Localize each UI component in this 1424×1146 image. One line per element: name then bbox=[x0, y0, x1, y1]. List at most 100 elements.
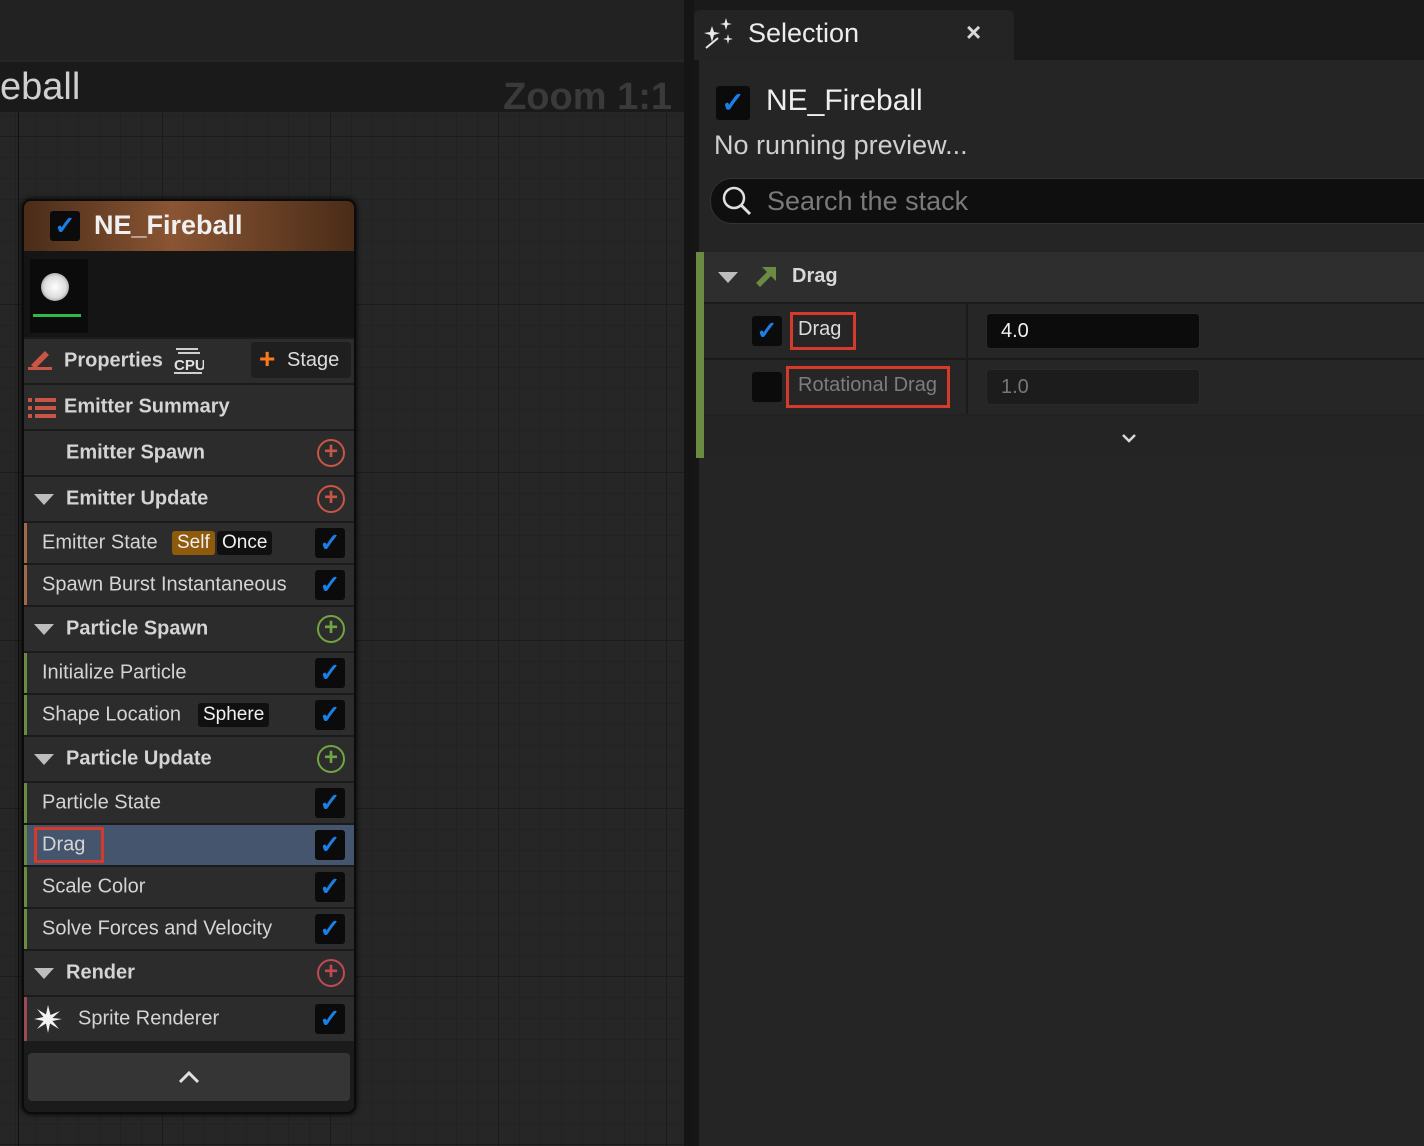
module-enabled-checkbox[interactable]: ✓ bbox=[315, 788, 345, 818]
module-label: Solve Forces and Velocity bbox=[42, 917, 273, 940]
module-enabled-checkbox[interactable]: ✓ bbox=[315, 1004, 345, 1034]
stage-accent bbox=[24, 565, 27, 605]
module-label: Scale Color bbox=[42, 875, 146, 898]
properties-row[interactable]: Properties CPU + Stage bbox=[24, 337, 354, 383]
emitter-summary-label: Emitter Summary bbox=[64, 395, 230, 418]
module-enabled-checkbox[interactable]: ✓ bbox=[315, 700, 345, 730]
module-label: Initialize Particle bbox=[42, 661, 187, 684]
module-label: Emitter State bbox=[42, 531, 158, 554]
module-enabled-checkbox[interactable]: ✓ bbox=[315, 570, 345, 600]
emitter-node[interactable]: ✓ NE_Fireball Properties CPU + Stage Emi… bbox=[22, 199, 356, 1114]
stage-accent bbox=[24, 783, 27, 823]
list-icon bbox=[28, 398, 56, 418]
node-header[interactable]: ✓ NE_Fireball bbox=[24, 201, 354, 251]
particle-update-row[interactable]: Particle Update + bbox=[24, 735, 354, 781]
add-emitter-update-module-icon[interactable]: + bbox=[317, 485, 345, 513]
tab-selection[interactable]: Selection × bbox=[694, 10, 1014, 60]
module-row-spawn-burst[interactable]: Spawn Burst Instantaneous ✓ bbox=[24, 563, 354, 605]
collapse-triangle-icon[interactable] bbox=[34, 754, 54, 765]
add-renderer-icon[interactable]: + bbox=[317, 959, 345, 987]
emitter-update-row[interactable]: Emitter Update + bbox=[24, 475, 354, 521]
properties-label: Properties bbox=[64, 349, 163, 372]
scope-badge: Self bbox=[172, 531, 215, 555]
search-icon bbox=[722, 186, 752, 216]
module-label: Sprite Renderer bbox=[78, 1007, 220, 1030]
emitter-spawn-label: Emitter Spawn bbox=[66, 441, 205, 464]
selection-enabled-checkbox[interactable]: ✓ bbox=[716, 86, 750, 120]
collapse-triangle-icon[interactable] bbox=[34, 494, 54, 505]
module-arrow-icon bbox=[756, 267, 776, 287]
module-enabled-checkbox[interactable]: ✓ bbox=[315, 872, 345, 902]
mode-badge: Once bbox=[217, 531, 273, 555]
collapse-triangle-icon[interactable] bbox=[34, 624, 54, 635]
preview-status: No running preview... bbox=[714, 130, 968, 160]
stage-accent bbox=[24, 909, 27, 949]
module-row-shape-location[interactable]: Shape Location Sphere ✓ bbox=[24, 693, 354, 735]
close-icon[interactable]: × bbox=[966, 17, 981, 48]
collapse-triangle-icon[interactable] bbox=[34, 968, 54, 979]
module-row-emitter-state[interactable]: Emitter State Self Once ✓ bbox=[24, 521, 354, 563]
drag-value-input[interactable] bbox=[986, 313, 1200, 349]
module-enabled-checkbox[interactable]: ✓ bbox=[315, 528, 345, 558]
param-enabled-checkbox[interactable]: ✓ bbox=[752, 316, 782, 346]
stage-label: Stage bbox=[287, 349, 340, 371]
add-emitter-spawn-module-icon[interactable]: + bbox=[317, 439, 345, 467]
module-row-drag[interactable]: Drag ✓ bbox=[24, 823, 354, 865]
module-enabled-checkbox[interactable]: ✓ bbox=[315, 914, 345, 944]
pencil-icon bbox=[28, 351, 52, 370]
stage-accent bbox=[24, 997, 27, 1041]
add-particle-update-module-icon[interactable]: + bbox=[317, 745, 345, 773]
chevron-up-icon bbox=[178, 1070, 200, 1084]
module-row-solve-forces[interactable]: Solve Forces and Velocity ✓ bbox=[24, 907, 354, 949]
emitter-spawn-row[interactable]: Emitter Spawn + bbox=[24, 429, 354, 475]
stage-accent bbox=[24, 867, 27, 907]
cpu-text: CPU bbox=[174, 357, 204, 374]
particle-spawn-row[interactable]: Particle Spawn + bbox=[24, 605, 354, 651]
module-row-particle-state[interactable]: Particle State ✓ bbox=[24, 781, 354, 823]
add-stage-button[interactable]: + Stage bbox=[251, 342, 351, 378]
module-enabled-checkbox[interactable]: ✓ bbox=[315, 658, 345, 688]
panel-separator[interactable] bbox=[694, 60, 699, 1146]
selection-panel: Selection × ✓ NE_Fireball No running pre… bbox=[694, 0, 1424, 1146]
module-title: Drag bbox=[792, 265, 838, 287]
collapse-triangle-icon[interactable] bbox=[718, 272, 738, 283]
selection-name: NE_Fireball bbox=[766, 84, 923, 117]
module-header[interactable]: Drag bbox=[704, 252, 1424, 302]
rotational-drag-value-input[interactable] bbox=[986, 369, 1200, 405]
particle-spawn-label: Particle Spawn bbox=[66, 617, 209, 640]
param-name: Drag bbox=[798, 318, 842, 340]
graph-canvas[interactable]: eball Zoom 1:1 ✓ NE_Fireball Properties … bbox=[0, 0, 684, 1146]
param-row-drag[interactable]: ✓ Drag bbox=[704, 302, 1424, 358]
param-enabled-checkbox-empty[interactable] bbox=[752, 372, 782, 402]
tab-title: Selection bbox=[748, 18, 860, 48]
stack-search[interactable] bbox=[710, 178, 1424, 224]
module-row-initialize-particle[interactable]: Initialize Particle ✓ bbox=[24, 651, 354, 693]
module-label: Particle State bbox=[42, 791, 161, 814]
zoom-label: Zoom 1:1 bbox=[503, 76, 672, 118]
module-label: Spawn Burst Instantaneous bbox=[42, 573, 287, 596]
stage-accent bbox=[24, 653, 27, 693]
column-divider[interactable] bbox=[966, 360, 968, 414]
panel-body: ✓ NE_Fireball No running preview... Drag… bbox=[694, 60, 1424, 1146]
plus-icon: + bbox=[259, 343, 276, 374]
module-row-sprite-renderer[interactable]: Sprite Renderer ✓ bbox=[24, 995, 354, 1041]
graph-title: eball bbox=[0, 66, 81, 108]
module-enabled-checkbox[interactable]: ✓ bbox=[315, 830, 345, 860]
emitter-summary-row[interactable]: Emitter Summary bbox=[24, 383, 354, 429]
particle-update-label: Particle Update bbox=[66, 747, 212, 770]
module-accent bbox=[696, 252, 704, 458]
add-particle-spawn-module-icon[interactable]: + bbox=[317, 615, 345, 643]
module-row-scale-color[interactable]: Scale Color ✓ bbox=[24, 865, 354, 907]
emitter-update-label: Emitter Update bbox=[66, 487, 209, 510]
search-input[interactable] bbox=[765, 181, 1369, 221]
show-advanced-button[interactable] bbox=[704, 416, 1424, 458]
collapse-node-button[interactable] bbox=[28, 1053, 350, 1101]
chevron-down-icon bbox=[1122, 434, 1136, 443]
stage-accent bbox=[24, 825, 27, 865]
render-row[interactable]: Render + bbox=[24, 949, 354, 995]
emitter-thumbnail[interactable] bbox=[30, 259, 88, 333]
emitter-enabled-checkbox[interactable]: ✓ bbox=[50, 211, 80, 241]
node-title: NE_Fireball bbox=[94, 210, 243, 240]
param-row-rotational-drag[interactable]: Rotational Drag bbox=[704, 358, 1424, 414]
column-divider[interactable] bbox=[966, 304, 968, 358]
